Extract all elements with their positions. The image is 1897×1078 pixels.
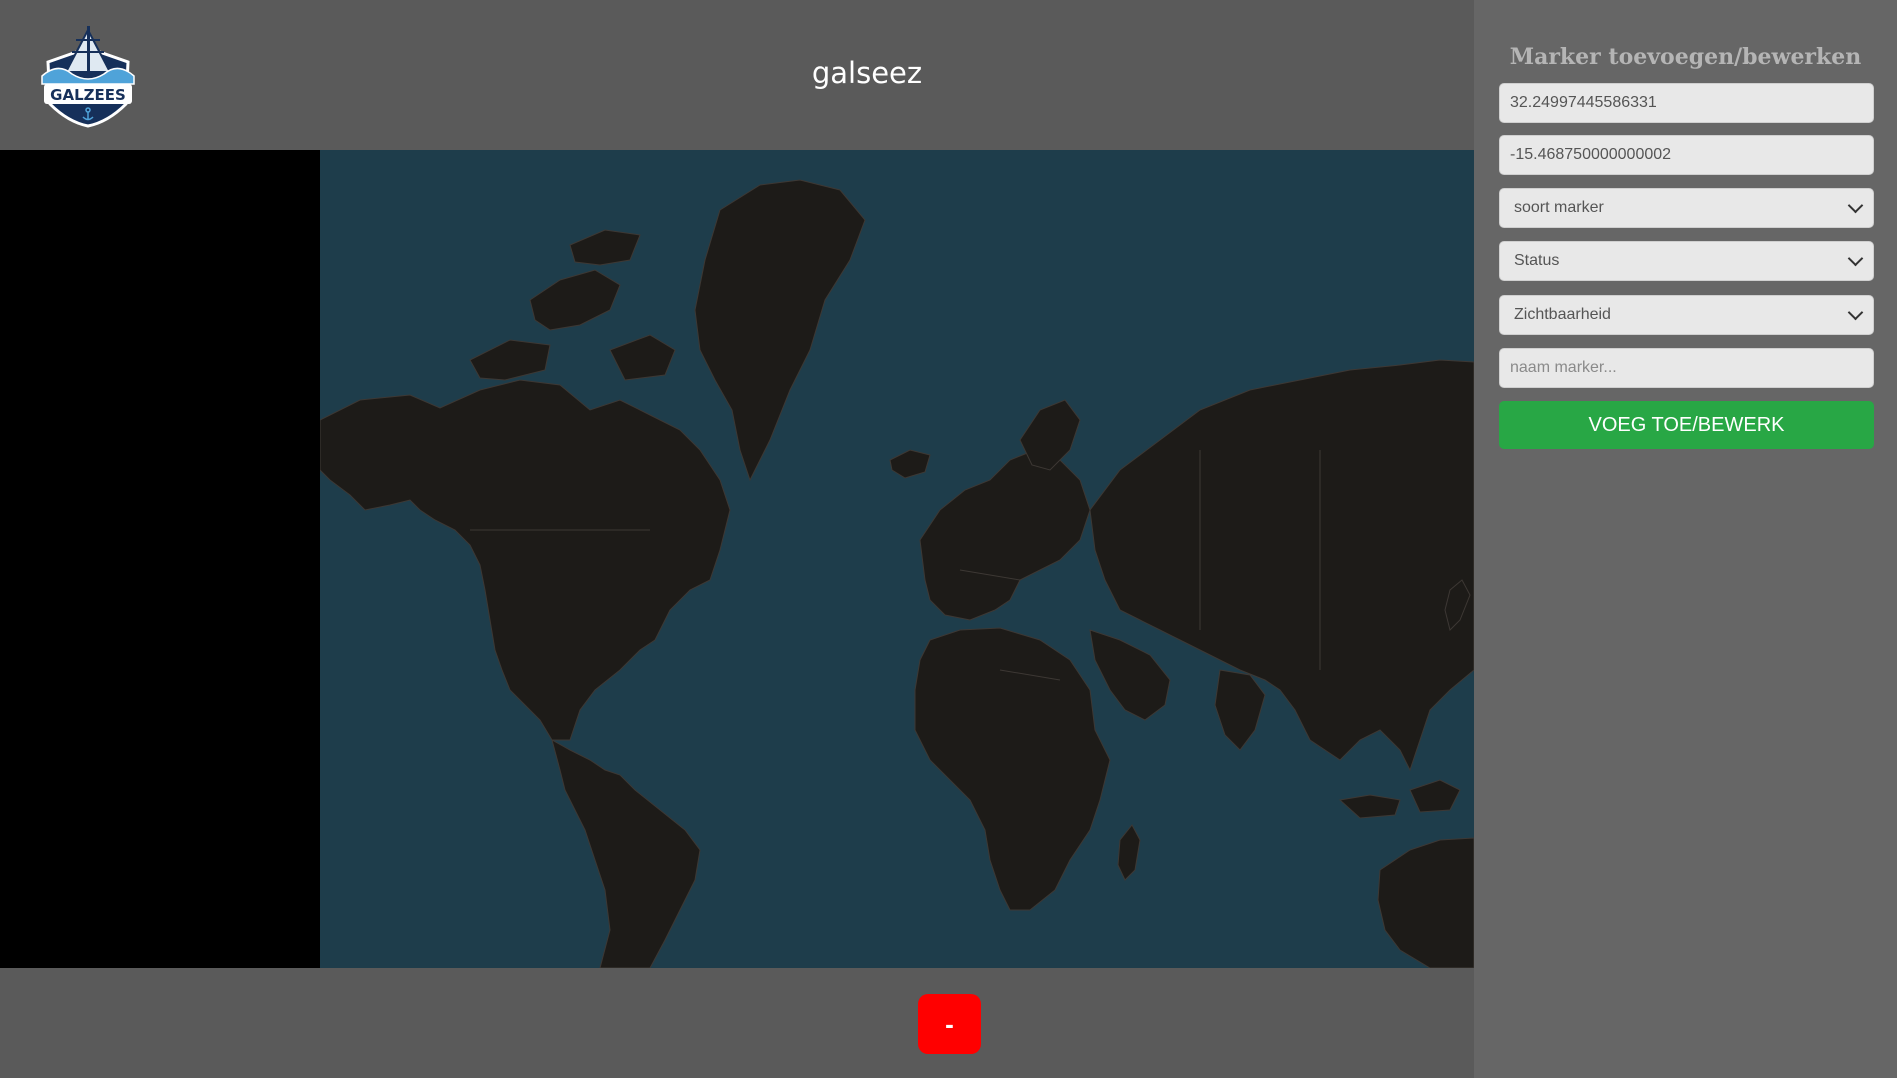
world-map-icon (320, 150, 1474, 968)
visibility-select[interactable]: Zichtbaarheid (1499, 295, 1874, 335)
panel-title: Marker toevoegen/bewerken (1509, 44, 1862, 70)
latitude-input[interactable] (1499, 83, 1874, 123)
world-map[interactable] (320, 150, 1474, 968)
visibility-selected: Zichtbaarheid (1514, 306, 1611, 323)
status-select[interactable]: Status (1499, 241, 1874, 281)
chevron-down-icon (1847, 250, 1864, 267)
marker-name-input[interactable] (1499, 348, 1874, 388)
marker-type-selected: soort marker (1514, 199, 1604, 216)
add-edit-button[interactable]: VOEG TOE/BEWERK (1499, 401, 1874, 449)
longitude-input[interactable] (1499, 135, 1874, 175)
marker-form-panel: Marker toevoegen/bewerken soort marker S… (1474, 0, 1897, 1078)
remove-marker-button[interactable]: - (918, 994, 981, 1054)
app: GALZEES galseez - Marker toevoegen/bewer… (0, 0, 1897, 1078)
status-selected: Status (1514, 252, 1560, 269)
header: GALZEES galseez (0, 0, 1474, 150)
chevron-down-icon (1847, 304, 1864, 321)
chevron-down-icon (1847, 197, 1864, 214)
footer: - (0, 968, 1474, 1078)
map-container (0, 150, 1474, 968)
marker-type-select[interactable]: soort marker (1499, 188, 1874, 228)
